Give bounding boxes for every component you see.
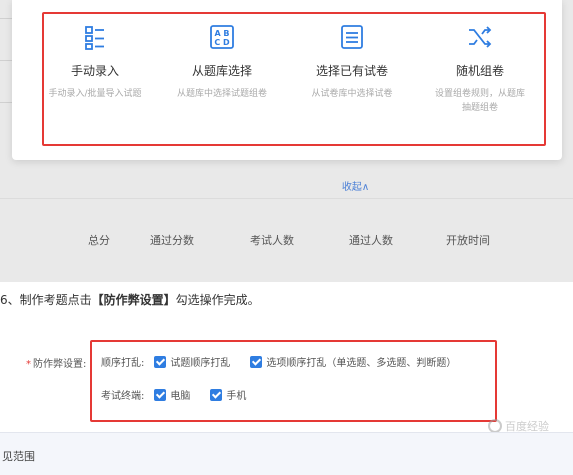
column-header-total: 总分 bbox=[88, 234, 110, 247]
pc-checkbox[interactable] bbox=[154, 388, 167, 401]
option-order-label: 选项顺序打乱（单选题、多选题、判断题） bbox=[266, 358, 457, 369]
screenshot-top: 手动录入 手动录入/批量导入试题 A B C D 从题库选择 从题库中选择试题组… bbox=[0, 0, 573, 282]
step-highlight: 【防作弊设置】 bbox=[91, 293, 176, 307]
collapse-link[interactable]: 收起∧ bbox=[0, 178, 573, 193]
column-header-passed: 通过人数 bbox=[349, 234, 393, 247]
step-instruction: 6、制作考题点击【防作弊设置】勾选操作完成。 bbox=[0, 291, 260, 308]
visibility-label: 见范围 bbox=[2, 450, 35, 463]
question-order-checkbox[interactable] bbox=[154, 355, 167, 368]
terminal-label: 考试终端: bbox=[101, 391, 145, 402]
highlight-box-anticheat bbox=[90, 340, 497, 422]
highlight-box-options bbox=[42, 12, 546, 146]
watermark-logo-icon bbox=[488, 419, 502, 433]
mobile-checkbox[interactable] bbox=[210, 388, 223, 401]
mobile-label: 手机 bbox=[226, 391, 247, 402]
step-prefix: 6、制作考题点击 bbox=[0, 293, 92, 307]
option-order-checkbox[interactable] bbox=[250, 355, 263, 368]
column-header-examinees: 考试人数 bbox=[250, 234, 294, 247]
divider bbox=[0, 198, 573, 199]
question-order-label: 试题顺序打乱 bbox=[170, 358, 231, 369]
column-header-pass-score: 通过分数 bbox=[150, 234, 194, 247]
background-divider bbox=[0, 18, 12, 19]
terminal-row: 考试终端: 电脑 手机 bbox=[101, 387, 246, 402]
table-header: 总分 通过分数 考试人数 通过人数 开放时间 bbox=[0, 232, 573, 252]
background-divider bbox=[0, 102, 12, 103]
pc-label: 电脑 bbox=[170, 391, 191, 402]
anticheat-label-text: 防作弊设置: bbox=[33, 359, 87, 370]
background-divider bbox=[0, 60, 12, 61]
column-header-open-time: 开放时间 bbox=[446, 234, 490, 247]
step-suffix: 勾选操作完成。 bbox=[175, 293, 260, 307]
order-shuffle-row: 顺序打乱: 试题顺序打乱 选项顺序打乱（单选题、多选题、判断题） bbox=[101, 354, 456, 369]
anticheat-label: * 防作弊设置: bbox=[26, 355, 86, 370]
visibility-section: 见范围 bbox=[0, 432, 573, 475]
order-shuffle-label: 顺序打乱: bbox=[101, 358, 145, 369]
required-mark: * bbox=[26, 359, 31, 370]
